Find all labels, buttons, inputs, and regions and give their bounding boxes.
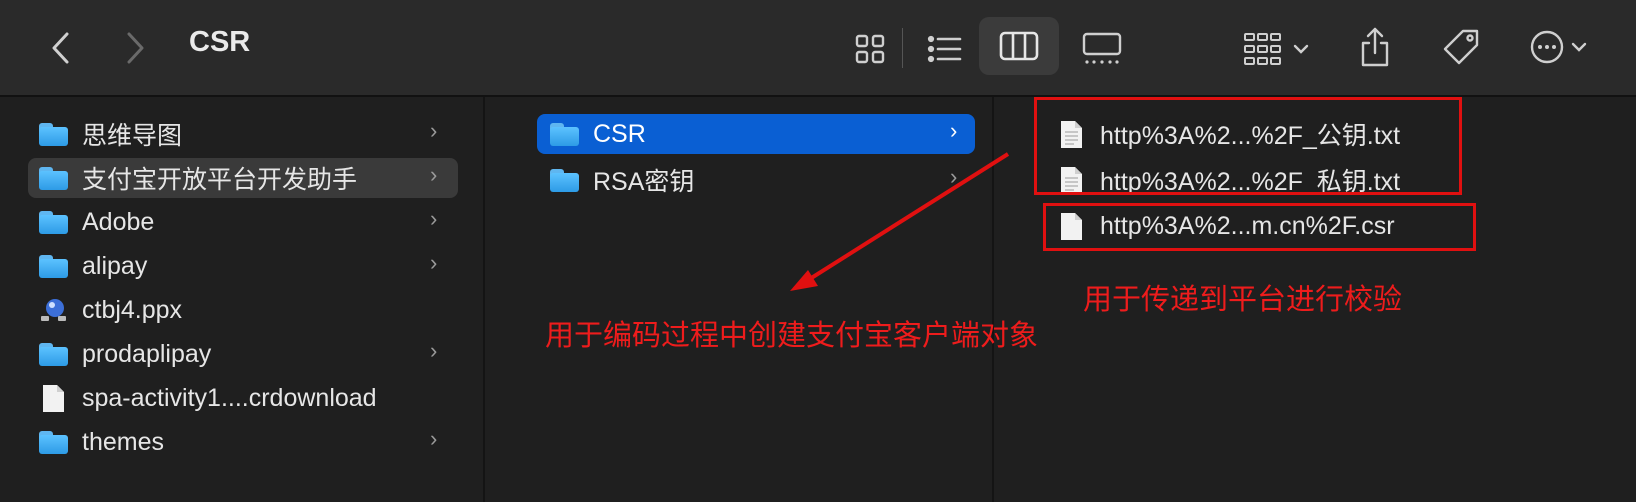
- annotation-keys-note: 用于编码过程中创建支付宝客户端对象: [545, 318, 1039, 352]
- annotation-arrow: [790, 152, 1010, 291]
- annotation-csr-note: 用于传递到平台进行校验: [1083, 282, 1403, 316]
